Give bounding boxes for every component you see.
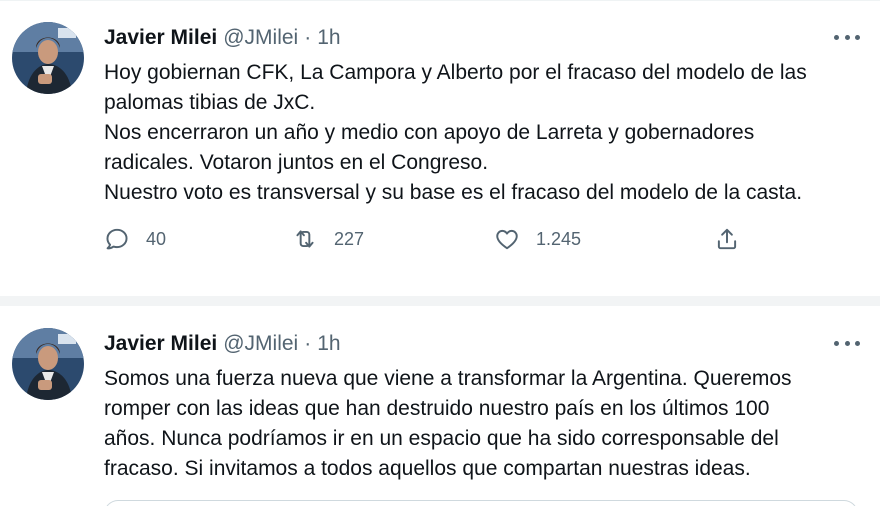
timestamp[interactable]: 1h <box>317 331 340 357</box>
more-icon[interactable] <box>834 332 860 354</box>
tweet[interactable]: Javier Milei @JMilei · 1h Somos una fuer… <box>0 306 880 506</box>
tweet-header: Javier Milei @JMilei · 1h <box>104 25 341 51</box>
tweet-text-line: fracaso. Si invitamos a todos aquellos q… <box>104 457 751 480</box>
share-icon <box>717 228 737 250</box>
separator-dot: · <box>304 332 312 355</box>
tweet-text-line: años. Nunca podríamos ir en un espacio q… <box>104 427 779 450</box>
tweet-text: Hoy gobiernan CFK, La Campora y Alberto … <box>104 58 874 208</box>
avatar[interactable] <box>12 328 84 400</box>
like-count: 1.245 <box>536 228 582 249</box>
tweet-header: Javier Milei @JMilei · 1h <box>104 331 341 357</box>
share-button[interactable] <box>714 222 740 256</box>
timestamp[interactable]: 1h <box>317 25 340 51</box>
tweet-text: Somos una fuerza nueva que viene a trans… <box>104 364 874 484</box>
quoted-tweet-card[interactable] <box>104 500 858 506</box>
tweet-text-line: Nuestro voto es transversal y su base es… <box>104 181 803 204</box>
reply-icon <box>106 228 128 250</box>
retweet-count: 227 <box>334 228 365 249</box>
tweet-text-line: romper con las ideas que han destruido n… <box>104 397 770 420</box>
separator-dot: · <box>304 26 312 49</box>
more-icon[interactable] <box>834 26 860 48</box>
avatar-photo <box>12 22 84 94</box>
tweet-actions: 40 227 1.245 <box>104 222 754 256</box>
tweet-separator <box>0 296 880 306</box>
tweet[interactable]: Javier Milei @JMilei · 1h Hoy gobiernan … <box>0 0 880 296</box>
avatar-photo <box>12 328 84 400</box>
author-handle[interactable]: @JMilei <box>223 331 298 357</box>
tweet-text-line: palomas tibias de JxC. <box>104 91 316 114</box>
author-handle[interactable]: @JMilei <box>223 25 298 51</box>
avatar[interactable] <box>12 22 84 94</box>
tweet-text-line: Somos una fuerza nueva que viene a trans… <box>104 367 792 390</box>
author-name[interactable]: Javier Milei <box>104 25 217 51</box>
author-name[interactable]: Javier Milei <box>104 331 217 357</box>
like-icon <box>496 229 518 250</box>
retweet-button[interactable]: 227 <box>292 222 364 256</box>
reply-count: 40 <box>146 228 167 249</box>
tweet-text-line: Nos encerraron un año y medio con apoyo … <box>104 121 755 144</box>
like-button[interactable]: 1.245 <box>494 222 581 256</box>
tweet-text-line: radicales. Votaron juntos en el Congreso… <box>104 151 489 174</box>
reply-button[interactable]: 40 <box>104 222 166 256</box>
tweet-text-line: Hoy gobiernan CFK, La Campora y Alberto … <box>104 61 807 84</box>
retweet-icon <box>296 230 314 248</box>
